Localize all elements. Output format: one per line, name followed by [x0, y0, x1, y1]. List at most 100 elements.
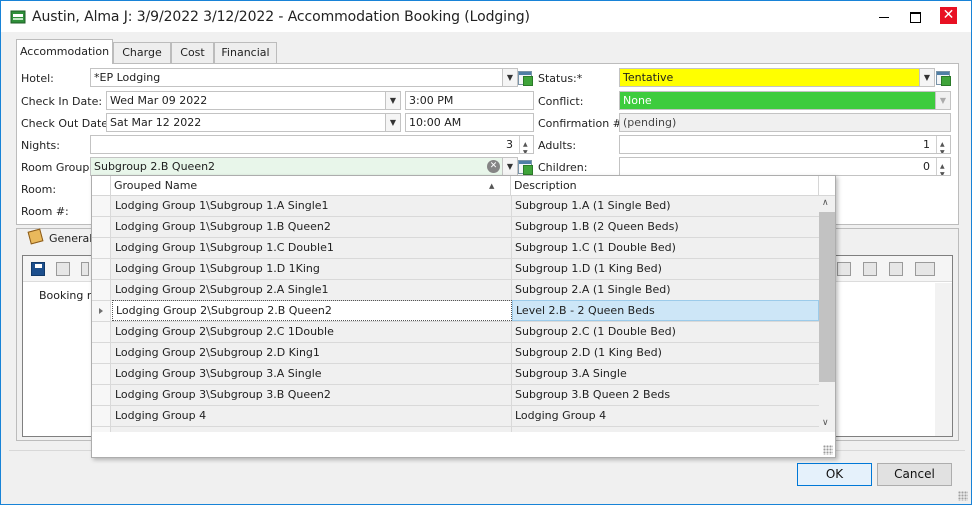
dropdown-row[interactable]: Lodging Group 2\Subgroup 2.C 1Double Subg… [92, 322, 819, 343]
row-indicator [92, 259, 111, 279]
spin-icon[interactable] [936, 158, 950, 175]
editor-text[interactable]: Booking n [39, 289, 94, 302]
dropdown-row[interactable]: Lodging Group 2\Subgroup 2.B Queen2 Level… [92, 300, 819, 322]
grouped-name-cell: Lodging Group 1\Subgroup 1.B Queen2 [112, 217, 512, 237]
tab-financial[interactable]: Financial [214, 42, 277, 63]
row-indicator [92, 364, 111, 384]
chevron-down-icon[interactable]: ▼ [385, 114, 400, 131]
row-indicator [92, 406, 111, 426]
roomnum-label: Room #: [21, 205, 69, 218]
dropdown-row[interactable]: Lodging Group 4 Lodging Group 4 [92, 406, 819, 427]
chevron-down-icon[interactable]: ▼ [935, 92, 950, 109]
spin-icon[interactable] [519, 136, 533, 153]
tab-accommodation[interactable]: Accommodation [16, 39, 113, 64]
grouped-name-cell: Lodging Group 2\Subgroup 2.B Queen2 [112, 300, 512, 321]
clear-icon[interactable]: ✕ [487, 160, 500, 173]
confirmation-field: (pending) [619, 113, 951, 132]
dropdown-row[interactable]: Lodging Group 2\Subgroup 2.D King1 Subgro… [92, 343, 819, 364]
checkout-date-select[interactable]: Sat Mar 12 2022 ▼ [106, 113, 401, 132]
roomgroup-select[interactable]: Subgroup 2.B Queen2 ✕ ▼ [90, 157, 518, 176]
description-cell: Subgroup 2.A (1 Single Bed) [515, 283, 671, 296]
cut-icon[interactable] [837, 262, 851, 276]
tab-charge[interactable]: Charge [113, 42, 171, 63]
description-cell: Subgroup 2.C (1 Double Bed) [515, 325, 676, 338]
chevron-down-icon[interactable]: ▼ [502, 69, 517, 86]
hotel-value: *EP Lodging [94, 71, 161, 84]
save-icon[interactable] [31, 262, 45, 276]
dropdown-header: Grouped Name ▲ Description [92, 176, 835, 196]
resize-grip-icon[interactable] [823, 445, 833, 455]
paste-icon[interactable] [889, 262, 903, 276]
scroll-down-icon[interactable]: ∨ [822, 418, 829, 428]
nights-stepper[interactable]: 3 [90, 135, 534, 154]
grouped-name-cell: Lodging Group 1\Subgroup 1.D 1King [112, 259, 512, 279]
status-label: Status:* [538, 72, 583, 85]
checkin-time-input[interactable]: 3:00 PM [405, 91, 534, 110]
window-title: Austin, Alma J: 3/9/2022 3/12/2022 - Acc… [32, 9, 530, 25]
nights-value: 3 [506, 138, 513, 151]
copy-icon[interactable] [863, 262, 877, 276]
dropdown-row[interactable]: Lodging Group 1\Subgroup 1.C Double1 Subg… [92, 238, 819, 259]
adults-label: Adults: [538, 139, 577, 152]
dropdown-footer [92, 432, 835, 457]
checkout-date-value: Sat Mar 12 2022 [110, 116, 202, 129]
cancel-button[interactable]: Cancel [877, 463, 952, 486]
ok-button[interactable]: OK [797, 463, 872, 486]
status-edit-icon[interactable] [936, 71, 951, 86]
description-cell: Subgroup 2.D (1 King Bed) [515, 346, 662, 359]
title-bar[interactable]: Austin, Alma J: 3/9/2022 3/12/2022 - Acc… [1, 1, 971, 32]
font-icon[interactable] [56, 262, 70, 276]
dropdown-scrollbar[interactable]: ∧ ∨ [819, 196, 835, 432]
chevron-down-icon[interactable]: ▼ [385, 92, 400, 109]
resize-grip-icon[interactable] [958, 491, 968, 501]
close-button[interactable]: ✕ [927, 1, 971, 32]
dropdown-row[interactable]: Lodging Group 1\Subgroup 1.D 1King Subgro… [92, 259, 819, 280]
row-indicator [92, 217, 111, 237]
dropdown-row[interactable]: Lodging Group 1\Subgroup 1.B Queen2 Subgr… [92, 217, 819, 238]
editor-scrollbar[interactable] [935, 283, 952, 436]
dropdown-row[interactable]: Lodging Group 2\Subgroup 2.A Single1 Subg… [92, 280, 819, 301]
column-grouped-name[interactable]: Grouped Name ▲ [111, 176, 511, 196]
paste-special-icon[interactable] [915, 262, 935, 276]
tab-cost[interactable]: Cost [171, 42, 214, 63]
hotel-select[interactable]: *EP Lodging ▼ [90, 68, 518, 87]
roomgroup-value: Subgroup 2.B Queen2 [94, 160, 216, 173]
scroll-up-icon[interactable]: ∧ [822, 198, 829, 208]
row-indicator [92, 322, 111, 342]
confirmation-label: Confirmation #: [538, 117, 626, 130]
status-value: Tentative [623, 71, 674, 84]
roomgroup-edit-icon[interactable] [518, 160, 533, 175]
dropdown-row[interactable]: Lodging Group 3\Subgroup 3.B Queen2 Subgr… [92, 385, 819, 406]
conflict-select[interactable]: None ▼ [619, 91, 951, 110]
grouped-name-cell: Lodging Group 4 [112, 406, 512, 426]
adults-value: 1 [923, 138, 930, 151]
adults-stepper[interactable]: 1 [619, 135, 951, 154]
checkin-date-select[interactable]: Wed Mar 09 2022 ▼ [106, 91, 401, 110]
row-indicator [92, 343, 111, 363]
chevron-down-icon[interactable]: ▼ [502, 158, 517, 175]
description-cell: Subgroup 1.A (1 Single Bed) [515, 199, 671, 212]
grouped-name-cell: Lodging Group 3\Subgroup 3.B Queen2 [112, 385, 512, 405]
current-row-indicator-icon [92, 301, 111, 321]
format-icon[interactable] [81, 262, 89, 276]
description-cell: Level 2.B - 2 Queen Beds [512, 300, 819, 321]
description-cell: Subgroup 1.D (1 King Bed) [515, 262, 662, 275]
hotel-edit-icon[interactable] [518, 71, 533, 86]
status-select[interactable]: Tentative ▼ [619, 68, 935, 87]
dropdown-row[interactable]: Lodging Group 3\Subgroup 3.A Single Subgr… [92, 364, 819, 385]
dropdown-row[interactable]: Lodging Group 1\Subgroup 1.A Single1 Subg… [92, 196, 819, 217]
chevron-down-icon[interactable]: ▼ [919, 69, 934, 86]
column-description[interactable]: Description [511, 176, 819, 196]
close-icon: ✕ [940, 7, 957, 24]
roomgroup-label: Room Group: [21, 161, 94, 174]
scrollbar-thumb[interactable] [819, 212, 835, 382]
bed-icon [10, 10, 26, 24]
row-indicator [92, 385, 111, 405]
general-tab-label[interactable]: General [49, 232, 92, 245]
children-stepper[interactable]: 0 [619, 157, 951, 176]
checkin-date-value: Wed Mar 09 2022 [110, 94, 208, 107]
checkout-time-input[interactable]: 10:00 AM [405, 113, 534, 132]
sort-ascending-icon: ▲ [489, 182, 495, 190]
description-cell: Subgroup 1.B (2 Queen Beds) [515, 220, 679, 233]
spin-icon[interactable] [936, 136, 950, 153]
